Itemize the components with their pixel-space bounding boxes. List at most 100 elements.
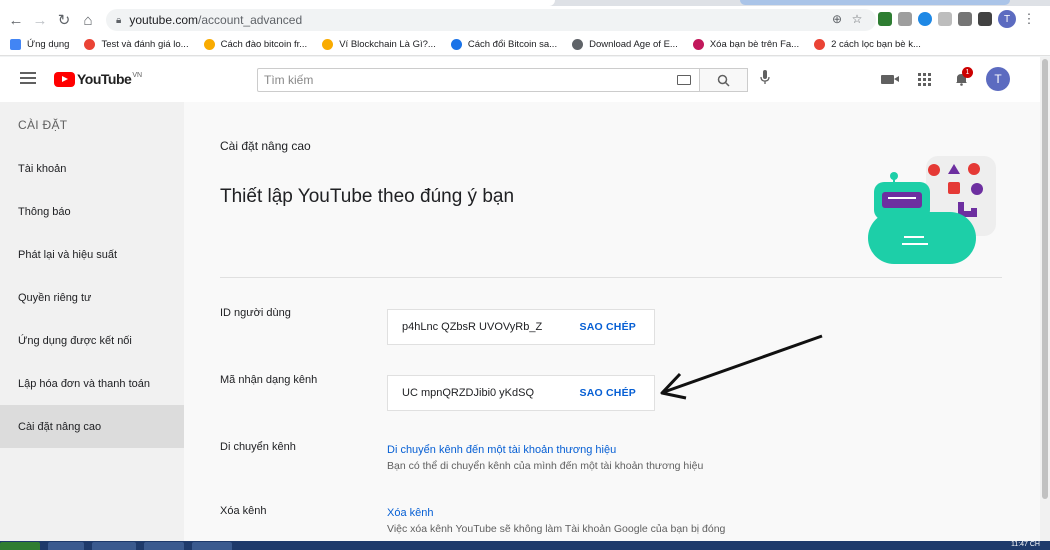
account-avatar[interactable]: T xyxy=(986,67,1010,91)
move-channel-description: Bạn có thể di chuyển kênh của mình đến m… xyxy=(387,460,704,472)
install-icon[interactable]: ⊕ xyxy=(830,12,844,26)
home-icon[interactable]: ⌂ xyxy=(76,8,100,32)
delete-channel-label: Xóa kênh xyxy=(220,505,267,517)
sidebar-item-label: Thông báo xyxy=(18,205,71,218)
bookmark-label: Test và đánh giá lo... xyxy=(101,39,189,50)
browser-profile-avatar[interactable]: T xyxy=(998,10,1016,28)
bookmark-favicon-icon xyxy=(692,39,704,50)
os-taskbar: 11:47 CH xyxy=(0,541,1050,550)
move-channel-label: Di chuyển kênh xyxy=(220,441,296,453)
back-icon[interactable]: ← xyxy=(4,8,28,32)
page-scrollbar[interactable] xyxy=(1040,57,1050,543)
sidebar-item-label: Lập hóa đơn và thanh toán xyxy=(18,377,150,390)
youtube-logo[interactable]: YouTube VN xyxy=(54,71,142,87)
bookmark-item[interactable]: Test và đánh giá lo... xyxy=(84,39,189,50)
taskbar-app-2[interactable] xyxy=(92,542,136,550)
section-divider xyxy=(220,277,1002,278)
taskbar-app-1[interactable] xyxy=(48,542,84,550)
delete-channel-link[interactable]: Xóa kênh xyxy=(387,507,433,519)
bookmark-label: Cách đổi Bitcoin sa... xyxy=(467,39,558,50)
notifications-bell-icon[interactable]: 1 xyxy=(949,67,973,91)
apps-icon[interactable] xyxy=(912,67,936,91)
channel-id-value[interactable]: UC mpnQRZDJibi0 yKdSQ xyxy=(402,387,572,399)
sidebar-item-advanced[interactable]: Cài đặt nâng cao xyxy=(0,405,184,448)
user-id-value[interactable]: p4hLnc QZbsR UVOVyRb_Z xyxy=(402,321,572,333)
star-icon[interactable]: ☆ xyxy=(850,12,864,26)
copy-channel-id-button[interactable]: SAO CHÉP xyxy=(580,387,636,399)
sidebar-item-label: Phát lại và hiệu suất xyxy=(18,248,118,261)
url-path: /account_advanced xyxy=(198,13,303,27)
extension-icon-3[interactable] xyxy=(918,12,932,26)
bookmark-label: Ví Blockchain Là Gì?... xyxy=(339,39,436,50)
page-title: Thiết lập YouTube theo đúng ý bạn xyxy=(220,186,515,207)
scroll-thumb[interactable] xyxy=(1042,59,1048,499)
bookmark-favicon-icon xyxy=(450,39,462,50)
bookmark-label: Download Age of E... xyxy=(589,39,678,50)
channel-id-box: UC mpnQRZDJibi0 yKdSQ SAO CHÉP xyxy=(387,375,655,411)
browser-menu-icon[interactable]: ⋮ xyxy=(1022,11,1036,26)
extensions-puzzle-icon[interactable] xyxy=(958,12,972,26)
search-button[interactable] xyxy=(700,68,748,92)
taskbar-app-3[interactable] xyxy=(144,542,184,550)
bookmark-item[interactable]: Cách đổi Bitcoin sa... xyxy=(450,39,558,50)
create-video-icon[interactable] xyxy=(875,67,899,91)
keyboard-icon[interactable] xyxy=(677,75,691,85)
other-tab[interactable] xyxy=(740,0,1010,5)
apps-grid-icon xyxy=(10,39,21,50)
sidebar-item-label: Ứng dụng được kết nối xyxy=(18,334,132,347)
notification-count-badge: 1 xyxy=(962,67,973,78)
extension-icon-4[interactable] xyxy=(938,12,952,26)
settings-main: Cài đặt nâng cao Thiết lập YouTube theo … xyxy=(184,102,1040,550)
bookmark-favicon-icon xyxy=(84,39,96,50)
bookmarks-bar: Ứng dụng Test và đánh giá lo... Cách đào b… xyxy=(0,34,1050,56)
forward-icon[interactable]: → xyxy=(28,8,52,32)
sidebar-item-account[interactable]: Tài khoản xyxy=(0,147,184,190)
section-eyebrow: Cài đặt nâng cao xyxy=(220,139,311,153)
reload-icon[interactable]: ↻ xyxy=(52,8,76,32)
logo-text: YouTube xyxy=(77,71,132,87)
bookmark-label: 2 cách lọc bạn bè k... xyxy=(831,39,921,50)
bookmark-favicon-icon xyxy=(572,39,584,50)
move-channel-link[interactable]: Di chuyển kênh đến một tài khoản thương … xyxy=(387,444,616,456)
youtube-header: YouTube VN 1 T xyxy=(0,57,1040,102)
sidebar-item-billing[interactable]: Lập hóa đơn và thanh toán xyxy=(0,362,184,405)
bookmark-item[interactable]: Xóa bạn bè trên Fa... xyxy=(692,39,800,50)
sidebar-heading: CÀI ĐẶT xyxy=(18,118,68,132)
sidebar-item-label: Quyền riêng tư xyxy=(18,291,92,304)
bookmark-item[interactable]: 2 cách lọc bạn bè k... xyxy=(814,39,921,50)
search-input[interactable] xyxy=(264,73,664,87)
sidebar-item-label: Cài đặt nâng cao xyxy=(18,420,102,433)
bookmark-item[interactable]: Cách đào bitcoin fr... xyxy=(203,39,308,50)
url-host: youtube.com xyxy=(129,13,199,27)
channel-id-label: Mã nhận dạng kênh xyxy=(220,374,318,386)
bookmark-item[interactable]: Ứng dụng xyxy=(10,39,69,50)
extension-icon-6[interactable] xyxy=(978,12,992,26)
region-code: VN xyxy=(132,71,143,79)
bookmark-label: Cách đào bitcoin fr... xyxy=(220,39,308,50)
microphone-icon[interactable] xyxy=(760,70,770,88)
delete-channel-description: Việc xóa kênh YouTube sẽ không làm Tài k… xyxy=(387,523,726,535)
robot-illustration xyxy=(868,156,996,264)
start-button[interactable] xyxy=(0,542,40,550)
copy-user-id-button[interactable]: SAO CHÉP xyxy=(580,321,636,333)
bookmark-label: Xóa bạn bè trên Fa... xyxy=(709,39,800,50)
browser-toolbar: ← → ↻ ⌂ 🔒︎ youtube.com /account_advanced… xyxy=(0,6,1050,34)
menu-icon[interactable] xyxy=(20,72,36,84)
settings-sidebar: CÀI ĐẶT Tài khoản Thông báo Phát lại và … xyxy=(0,102,184,550)
address-bar[interactable]: 🔒︎ youtube.com /account_advanced ⊕ ☆ xyxy=(106,9,876,31)
sidebar-item-playback[interactable]: Phát lại và hiệu suất xyxy=(0,233,184,276)
extension-icon-2[interactable] xyxy=(898,12,912,26)
sidebar-item-connected-apps[interactable]: Ứng dụng được kết nối xyxy=(0,319,184,362)
user-id-label: ID người dùng xyxy=(220,307,291,319)
bookmark-item[interactable]: Ví Blockchain Là Gì?... xyxy=(322,39,436,50)
taskbar-app-4[interactable] xyxy=(192,542,232,550)
annotation-arrow xyxy=(660,334,823,400)
sidebar-item-notifications[interactable]: Thông báo xyxy=(0,190,184,233)
lock-icon: 🔒︎ xyxy=(116,14,122,26)
sidebar-item-privacy[interactable]: Quyền riêng tư xyxy=(0,276,184,319)
extension-icon-1[interactable] xyxy=(878,12,892,26)
sidebar-item-label: Tài khoản xyxy=(18,162,67,175)
taskbar-clock: 11:47 CH xyxy=(1010,541,1040,548)
bookmark-label: Ứng dụng xyxy=(27,39,70,50)
bookmark-item[interactable]: Download Age of E... xyxy=(572,39,678,50)
